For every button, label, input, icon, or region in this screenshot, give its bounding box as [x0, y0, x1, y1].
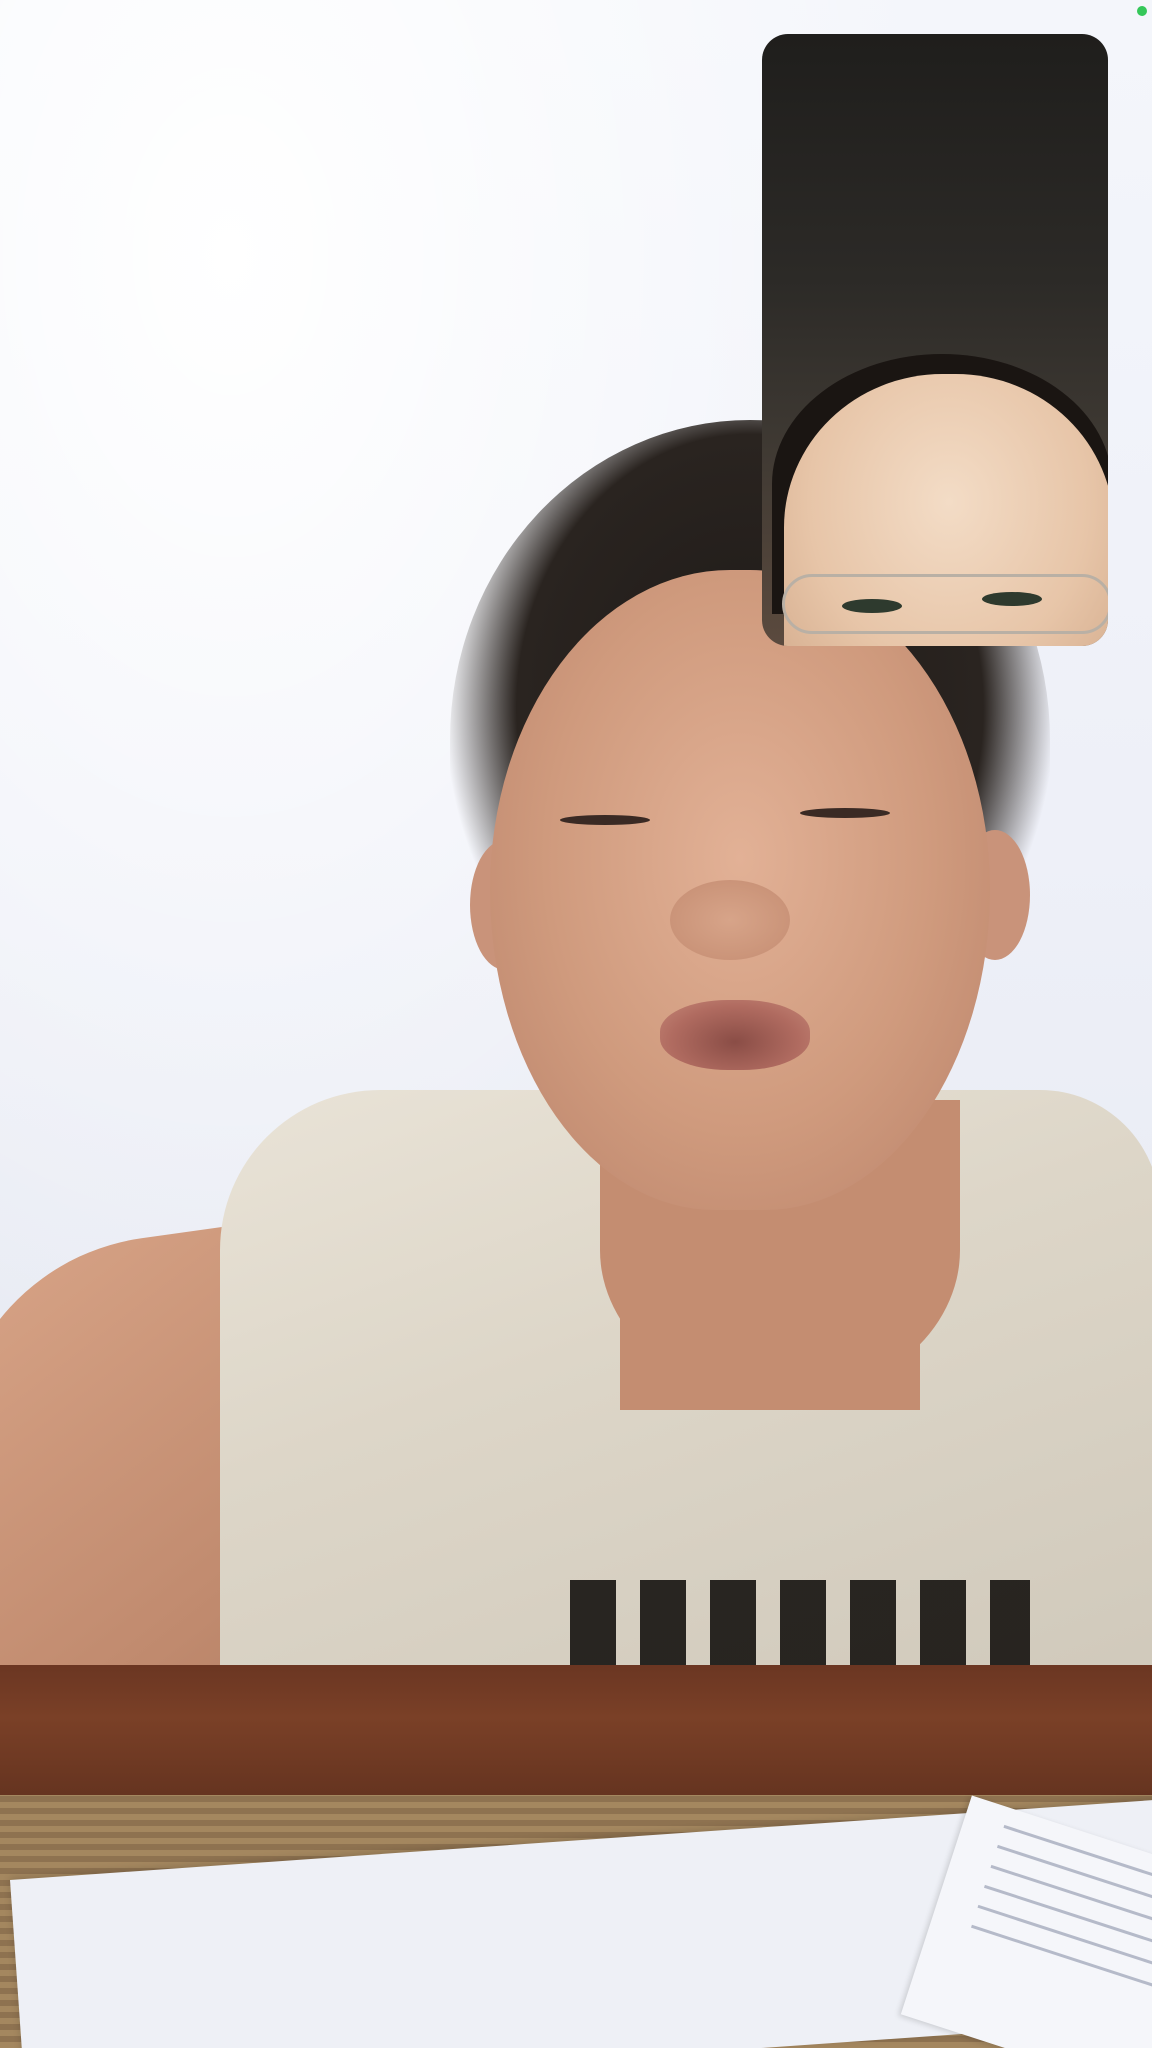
remote-person-mouth	[660, 1000, 810, 1070]
green-dot-icon	[1137, 6, 1147, 16]
self-view-pip[interactable]	[762, 34, 1108, 646]
shirt-print-logo	[570, 1580, 1030, 1670]
remote-person-eye-right	[800, 808, 890, 818]
remote-person-nose	[670, 880, 790, 960]
self-view-glasses	[782, 574, 1108, 634]
video-call-screen	[0, 0, 1152, 2048]
remote-person-eye-left	[560, 815, 650, 825]
